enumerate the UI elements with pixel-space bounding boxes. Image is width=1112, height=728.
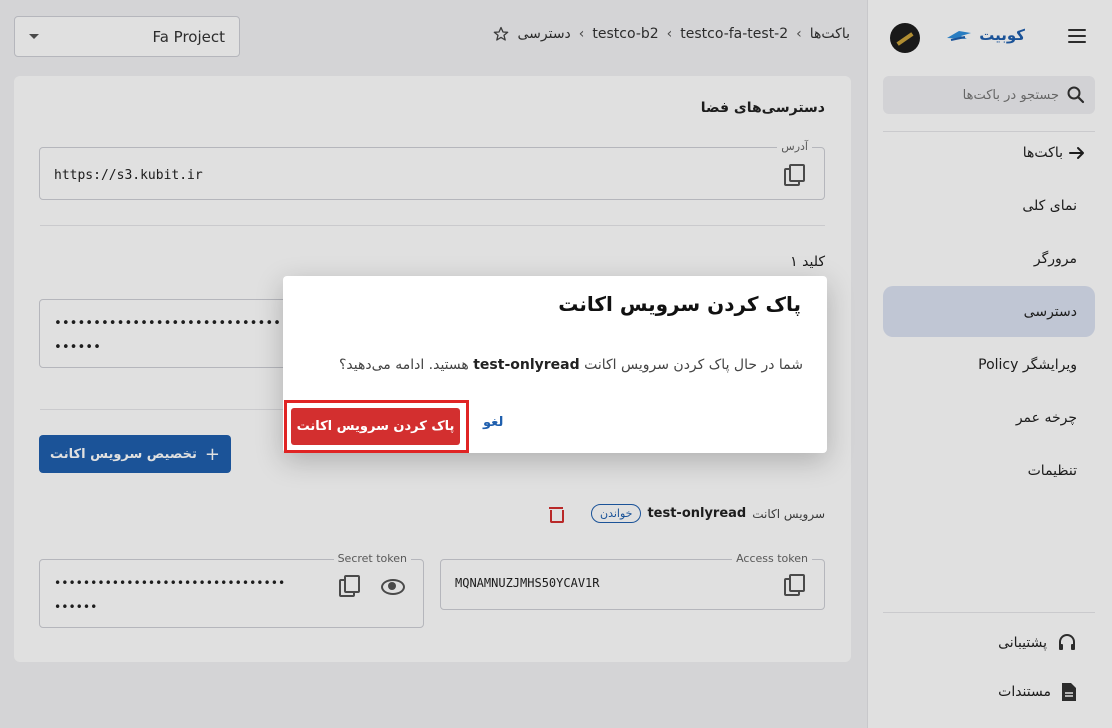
delete-service-account-dialog: پاک کردن سرویس اکانت شما در حال پاک کردن… — [283, 276, 827, 453]
dialog-body: شما در حال پاک کردن سرویس اکانت test-onl… — [339, 357, 803, 373]
cancel-button[interactable]: لغو — [483, 415, 503, 430]
dialog-title: پاک کردن سرویس اکانت — [558, 292, 801, 316]
dialog-body-prefix: شما در حال پاک کردن سرویس اکانت — [584, 357, 803, 373]
confirm-delete-button[interactable]: پاک کردن سرویس اکانت — [291, 408, 460, 445]
dialog-body-suffix: هستید. ادامه می‌دهید؟ — [338, 357, 469, 373]
dialog-body-name: test-onlyread — [473, 357, 580, 373]
